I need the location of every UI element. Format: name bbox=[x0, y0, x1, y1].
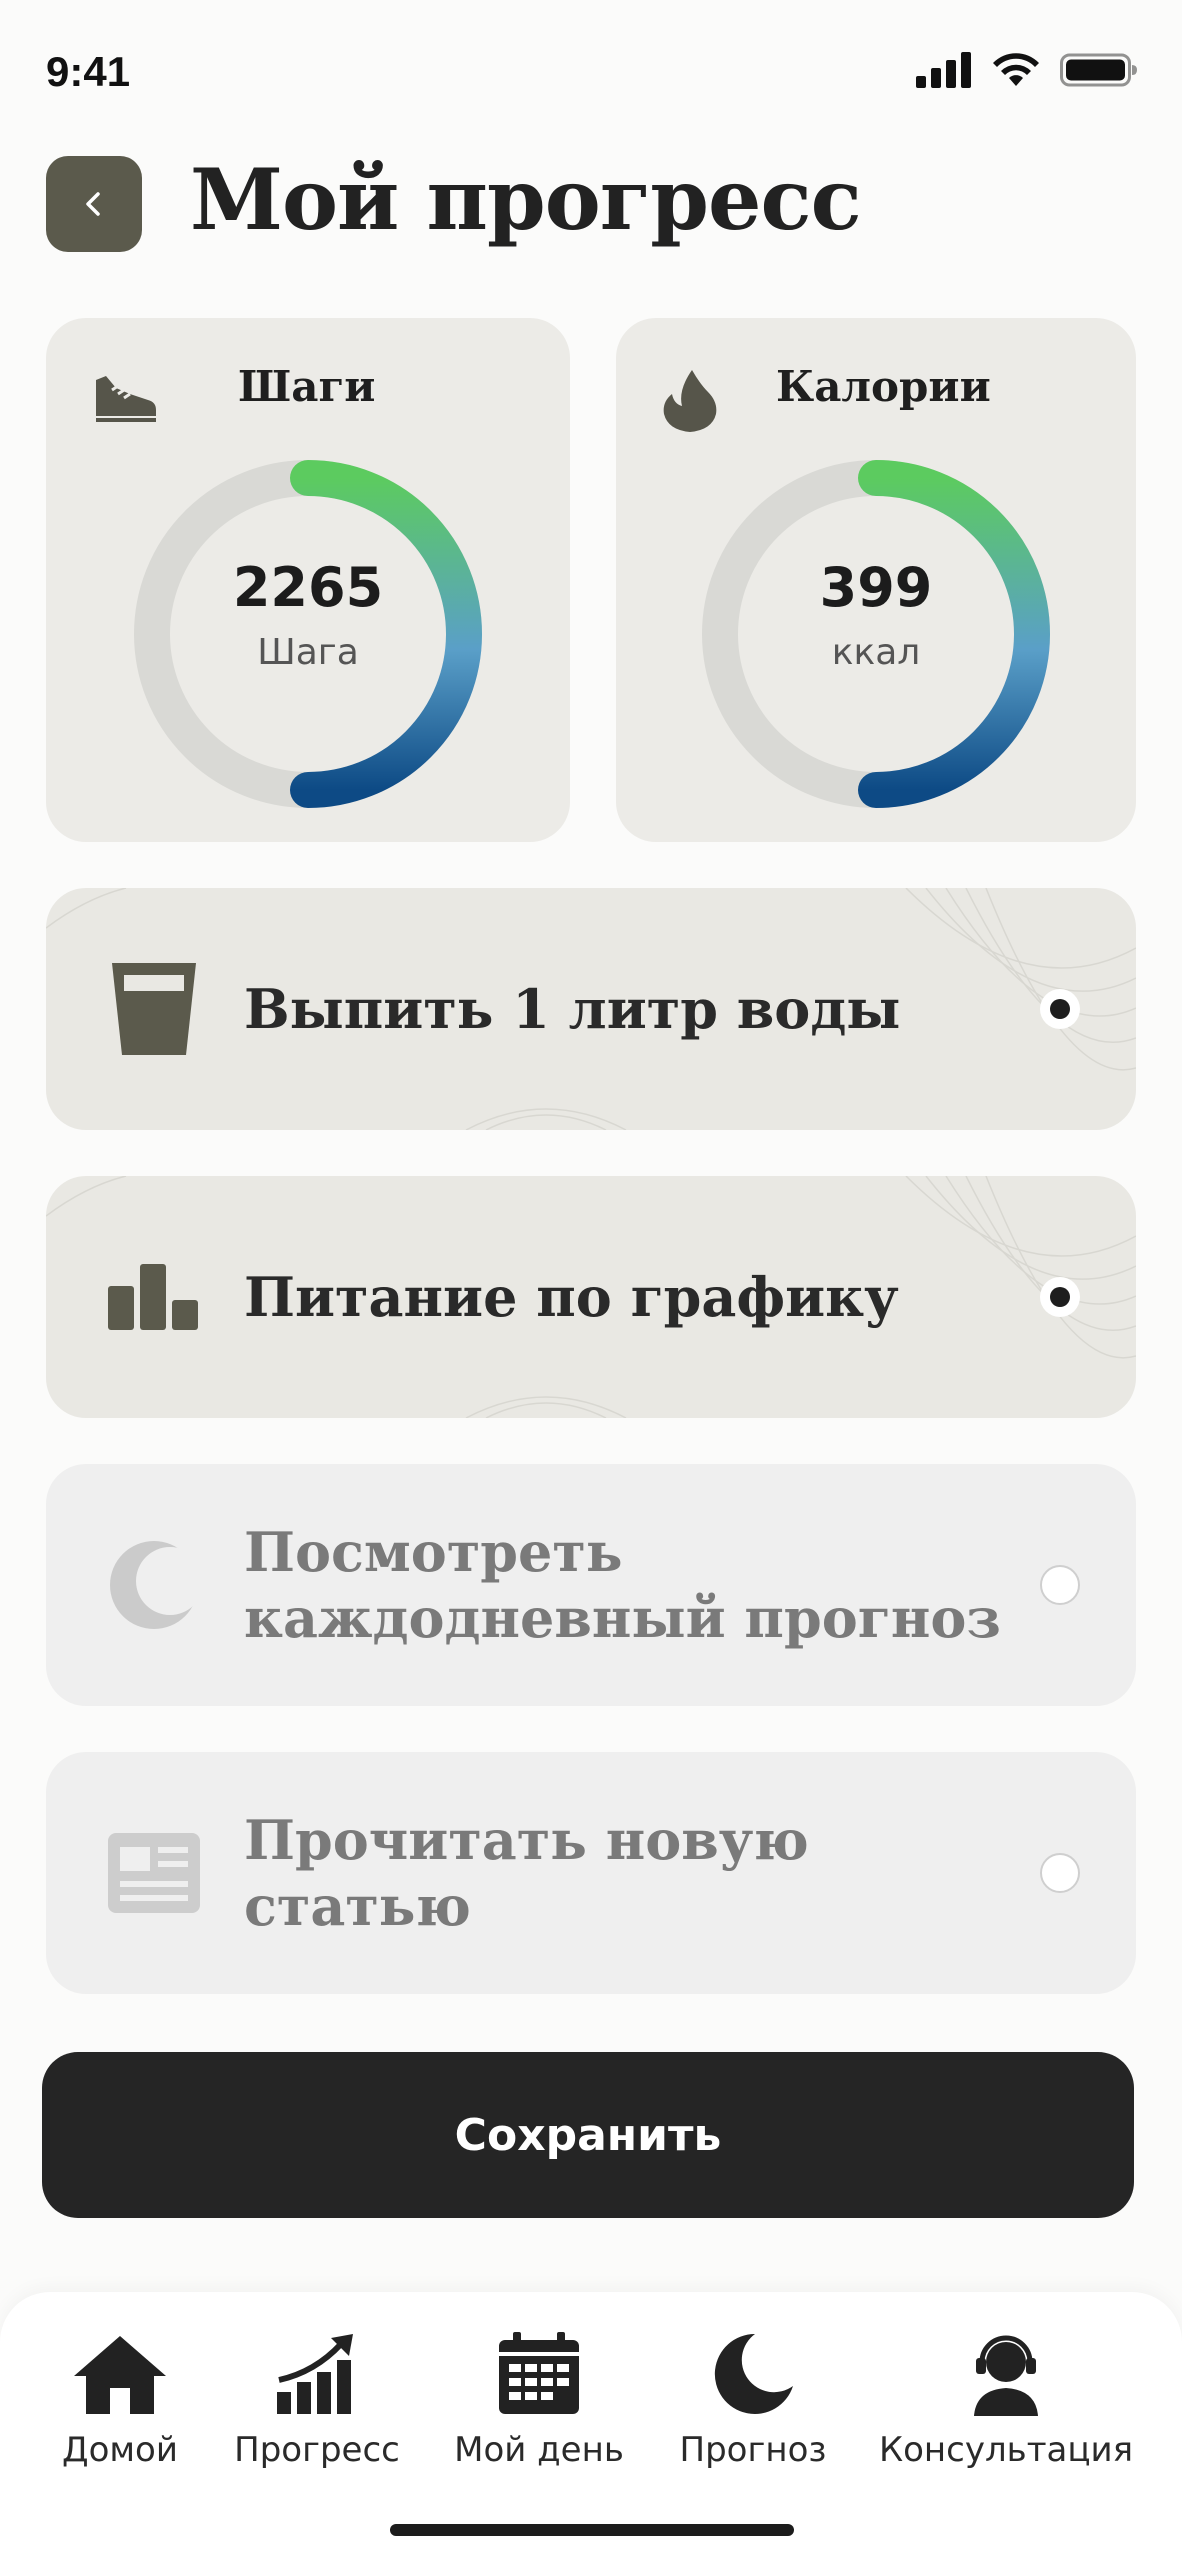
moon-icon bbox=[714, 2333, 793, 2414]
nav-item-forecast[interactable]: Прогноз bbox=[678, 2332, 828, 2470]
chevron-left-icon bbox=[86, 192, 100, 216]
steps-card[interactable]: Шаги 2265 Шага bbox=[46, 318, 570, 842]
wifi-icon bbox=[993, 53, 1039, 86]
steps-label: Шаги bbox=[238, 362, 376, 411]
task-checkbox[interactable] bbox=[1040, 1565, 1080, 1605]
bar-chart-icon bbox=[104, 1247, 204, 1347]
home-indicator bbox=[390, 2524, 794, 2536]
task-text: Выпить 1 литр воды bbox=[244, 977, 901, 1041]
steps-value: 2265 bbox=[232, 556, 384, 619]
task-item-nutrition[interactable]: Питание по графику bbox=[46, 1176, 1136, 1418]
nav-item-home[interactable]: Домой bbox=[60, 2332, 180, 2470]
nav-item-my-day[interactable]: Мой день bbox=[454, 2332, 624, 2470]
bottom-navigation: Домой Прогресс Мой день Прогноз Консульт… bbox=[0, 2292, 1182, 2560]
nav-label: Прогресс bbox=[234, 2430, 400, 2470]
sneaker-icon bbox=[96, 376, 156, 422]
task-text: Питание по графику bbox=[244, 1265, 899, 1329]
article-icon bbox=[104, 1823, 204, 1923]
back-button[interactable] bbox=[46, 156, 142, 252]
battery-icon bbox=[1060, 53, 1137, 87]
status-time: 9:41 bbox=[46, 48, 131, 95]
nav-item-consultation[interactable]: Консультация bbox=[879, 2332, 1133, 2470]
task-text: Прочитать новую статью bbox=[244, 1808, 809, 1938]
nav-label: Мой день bbox=[454, 2430, 624, 2470]
status-icons bbox=[916, 52, 1138, 88]
task-checkbox[interactable] bbox=[1040, 1853, 1080, 1893]
water-glass-icon bbox=[104, 959, 204, 1059]
flame-icon bbox=[663, 370, 717, 432]
page-title: Мой прогресс bbox=[190, 150, 862, 249]
nav-item-progress[interactable]: Прогресс bbox=[234, 2332, 400, 2470]
task-item-forecast[interactable]: Посмотреть каждодневный прогноз bbox=[46, 1464, 1136, 1706]
progress-screen: 9:41 Мой прогресс Шаги 2265 Шага Калории… bbox=[0, 0, 1182, 2560]
task-checkbox[interactable] bbox=[1040, 1277, 1080, 1317]
steps-unit: Шага bbox=[257, 632, 359, 673]
task-item-water[interactable]: Выпить 1 литр воды bbox=[46, 888, 1136, 1130]
nav-label: Консультация bbox=[878, 2430, 1134, 2470]
calendar-icon bbox=[499, 2332, 579, 2414]
calories-unit: ккал bbox=[831, 632, 921, 673]
calories-label: Калории bbox=[776, 362, 991, 411]
moon-icon bbox=[104, 1535, 204, 1635]
task-item-article[interactable]: Прочитать новую статью bbox=[46, 1752, 1136, 1994]
save-button[interactable]: Сохранить bbox=[42, 2052, 1134, 2218]
nav-label: Прогноз bbox=[679, 2430, 827, 2470]
support-icon bbox=[974, 2335, 1038, 2416]
task-checkbox[interactable] bbox=[1040, 989, 1080, 1029]
home-icon bbox=[74, 2336, 166, 2414]
progress-icon bbox=[277, 2334, 353, 2414]
calories-card[interactable]: Калории 399 ккал bbox=[616, 318, 1136, 842]
calories-value: 399 bbox=[819, 556, 933, 619]
signal-icon bbox=[916, 52, 971, 88]
task-text: Посмотреть каждодневный прогноз bbox=[244, 1520, 1001, 1650]
nav-label: Домой bbox=[62, 2430, 178, 2470]
